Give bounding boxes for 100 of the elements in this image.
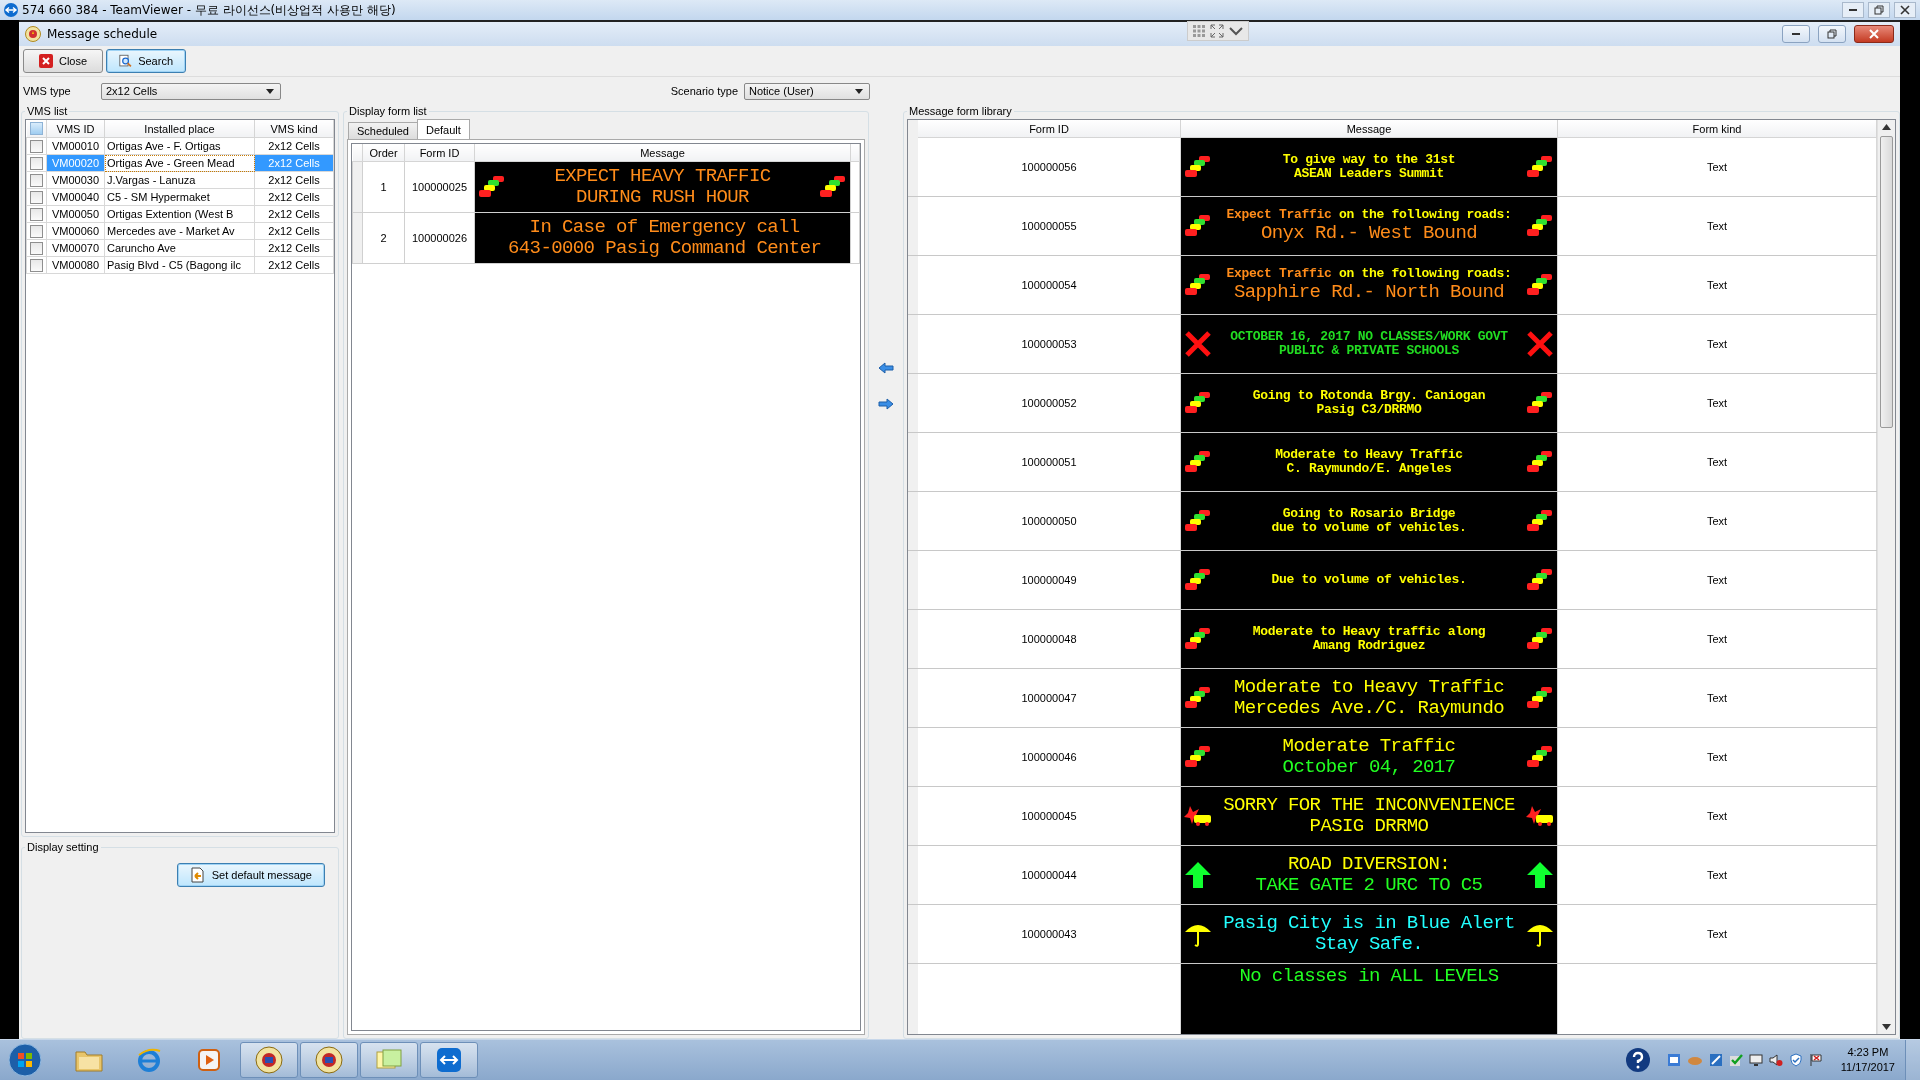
table-cell[interactable]: VM00050 xyxy=(46,205,105,223)
row-checkbox[interactable] xyxy=(30,224,43,238)
network-icon[interactable] xyxy=(1708,1053,1723,1067)
column-header[interactable]: VMS ID xyxy=(46,120,105,138)
column-header[interactable]: Order xyxy=(362,144,405,162)
cars-icon xyxy=(478,175,506,199)
message-line: Expect Traffic on the following roads: xyxy=(1226,208,1512,223)
shield-icon[interactable] xyxy=(1788,1053,1803,1067)
cars-icon xyxy=(1184,214,1212,238)
table-cell[interactable]: C5 - SM Hypermaket xyxy=(104,188,255,206)
message-line: PUBLIC & PRIVATE SCHOOLS xyxy=(1279,344,1459,359)
taskbar-app-button[interactable] xyxy=(240,1042,298,1078)
table-cell: 100000044 xyxy=(1021,869,1077,881)
notes-icon xyxy=(375,1048,403,1072)
flag-icon[interactable] xyxy=(1808,1053,1823,1067)
vms-type-dropdown[interactable]: 2x12 Cells xyxy=(101,82,281,100)
row-checkbox[interactable] xyxy=(30,190,43,204)
column-header[interactable]: Message xyxy=(1181,120,1558,138)
message-line: ROAD DIVERSION: xyxy=(1288,854,1450,875)
panel-title: Display form list xyxy=(348,105,428,117)
show-desktop-button[interactable] xyxy=(1905,1040,1920,1080)
table-cell[interactable]: Caruncho Ave xyxy=(104,239,255,257)
table-cell[interactable]: 2x12 Cells xyxy=(254,256,334,274)
close-button[interactable] xyxy=(1894,2,1916,18)
column-header[interactable]: Installed place xyxy=(104,120,255,138)
column-header[interactable]: Form kind xyxy=(1558,120,1877,138)
table-cell: Text xyxy=(1706,161,1728,173)
table-cell[interactable]: 2x12 Cells xyxy=(254,171,334,189)
taskbar-app-button[interactable] xyxy=(360,1042,418,1078)
message-line: C. Raymundo/E. Angeles xyxy=(1286,462,1452,477)
column-header[interactable]: Form ID xyxy=(918,120,1181,138)
select-all-checkbox[interactable] xyxy=(29,122,43,136)
scroll-down-icon[interactable] xyxy=(1882,1024,1891,1030)
table-cell[interactable]: Ortigas Extention (West B xyxy=(104,205,255,223)
row-checkbox[interactable] xyxy=(30,258,43,272)
table-cell[interactable]: VM00080 xyxy=(46,256,105,274)
row-checkbox[interactable] xyxy=(30,173,43,187)
table-cell[interactable]: 2x12 Cells xyxy=(254,222,334,240)
expand-icon[interactable] xyxy=(1210,24,1224,38)
keyboard-icon[interactable] xyxy=(1666,1053,1681,1067)
table-cell[interactable]: Pasig Blvd - C5 (Bagong ilc xyxy=(104,256,255,274)
column-header[interactable]: Form ID xyxy=(404,144,475,162)
cars-icon xyxy=(1184,391,1212,415)
cars-icon xyxy=(1526,627,1554,651)
table-cell: Text xyxy=(1706,515,1728,527)
check-icon[interactable] xyxy=(1728,1053,1743,1067)
scenario-type-dropdown[interactable]: Notice (User) xyxy=(744,82,870,100)
start-button[interactable] xyxy=(8,1043,42,1077)
minimize-button[interactable] xyxy=(1782,25,1810,43)
table-cell[interactable]: Ortigas Ave - Green Mead xyxy=(104,154,255,172)
table-cell: Text xyxy=(1706,397,1728,409)
minimize-button[interactable] xyxy=(1842,2,1864,18)
table-cell[interactable]: 2x12 Cells xyxy=(254,239,334,257)
field-label: Scenario type xyxy=(670,85,738,97)
taskbar-app-button[interactable] xyxy=(420,1042,478,1078)
table-cell: 100000048 xyxy=(1021,633,1077,645)
volume-muted-icon[interactable] xyxy=(1768,1053,1783,1067)
row-checkbox[interactable] xyxy=(30,156,43,170)
taskbar-app-button[interactable] xyxy=(300,1042,358,1078)
column-header[interactable]: Message xyxy=(474,144,851,162)
row-checkbox[interactable] xyxy=(30,241,43,255)
minimize-icon xyxy=(1849,9,1857,11)
table-cell: 100000045 xyxy=(1021,810,1077,822)
chevron-down-icon[interactable] xyxy=(1228,24,1244,38)
table-cell[interactable]: VM00040 xyxy=(46,188,105,206)
table-cell[interactable]: VM00030 xyxy=(46,171,105,189)
table-cell[interactable]: VM00010 xyxy=(46,137,105,155)
grid-icon[interactable] xyxy=(1192,24,1206,38)
table-cell[interactable]: 2x12 Cells xyxy=(254,205,334,223)
emblem-icon xyxy=(255,1046,283,1074)
table-cell: 100000051 xyxy=(1021,456,1077,468)
cars-icon xyxy=(1184,686,1212,710)
scrollbar[interactable] xyxy=(1877,120,1895,1034)
column-header[interactable]: VMS kind xyxy=(254,120,334,138)
table-cell[interactable]: Mercedes ave - Market Av xyxy=(104,222,255,240)
tab[interactable]: Default xyxy=(417,119,470,139)
table-cell[interactable]: 2x12 Cells xyxy=(254,137,334,155)
cars-icon xyxy=(1526,391,1554,415)
remote-app-icon xyxy=(436,1047,462,1073)
message-line: Moderate to Heavy traffic along xyxy=(1252,624,1486,639)
set-default-message-button[interactable]: Set default message xyxy=(176,863,325,887)
restore-button[interactable] xyxy=(1818,25,1846,43)
scroll-up-icon[interactable] xyxy=(1882,124,1891,130)
close-button[interactable]: Close xyxy=(23,49,103,73)
close-button[interactable] xyxy=(1854,25,1894,43)
table-cell[interactable]: 2x12 Cells xyxy=(254,188,334,206)
scrollbar-thumb[interactable] xyxy=(1880,136,1893,428)
help-icon[interactable] xyxy=(1624,1047,1651,1073)
monitor-icon[interactable] xyxy=(1748,1053,1763,1067)
search-button[interactable]: Search xyxy=(106,49,186,73)
table-cell[interactable]: VM00070 xyxy=(46,239,105,257)
row-checkbox[interactable] xyxy=(30,207,43,221)
restore-button[interactable] xyxy=(1868,2,1890,18)
tab[interactable]: Scheduled xyxy=(348,122,418,139)
table-cell[interactable]: VM00060 xyxy=(46,222,105,240)
clock[interactable]: 4:23 PM 11/17/2017 xyxy=(1832,1045,1903,1075)
message-line: DURING RUSH HOUR xyxy=(576,187,749,208)
row-checkbox[interactable] xyxy=(30,139,43,153)
table-cell[interactable]: J.Vargas - Lanuza xyxy=(104,171,255,189)
table-cell[interactable]: Ortigas Ave - F. Ortigas xyxy=(104,137,255,155)
